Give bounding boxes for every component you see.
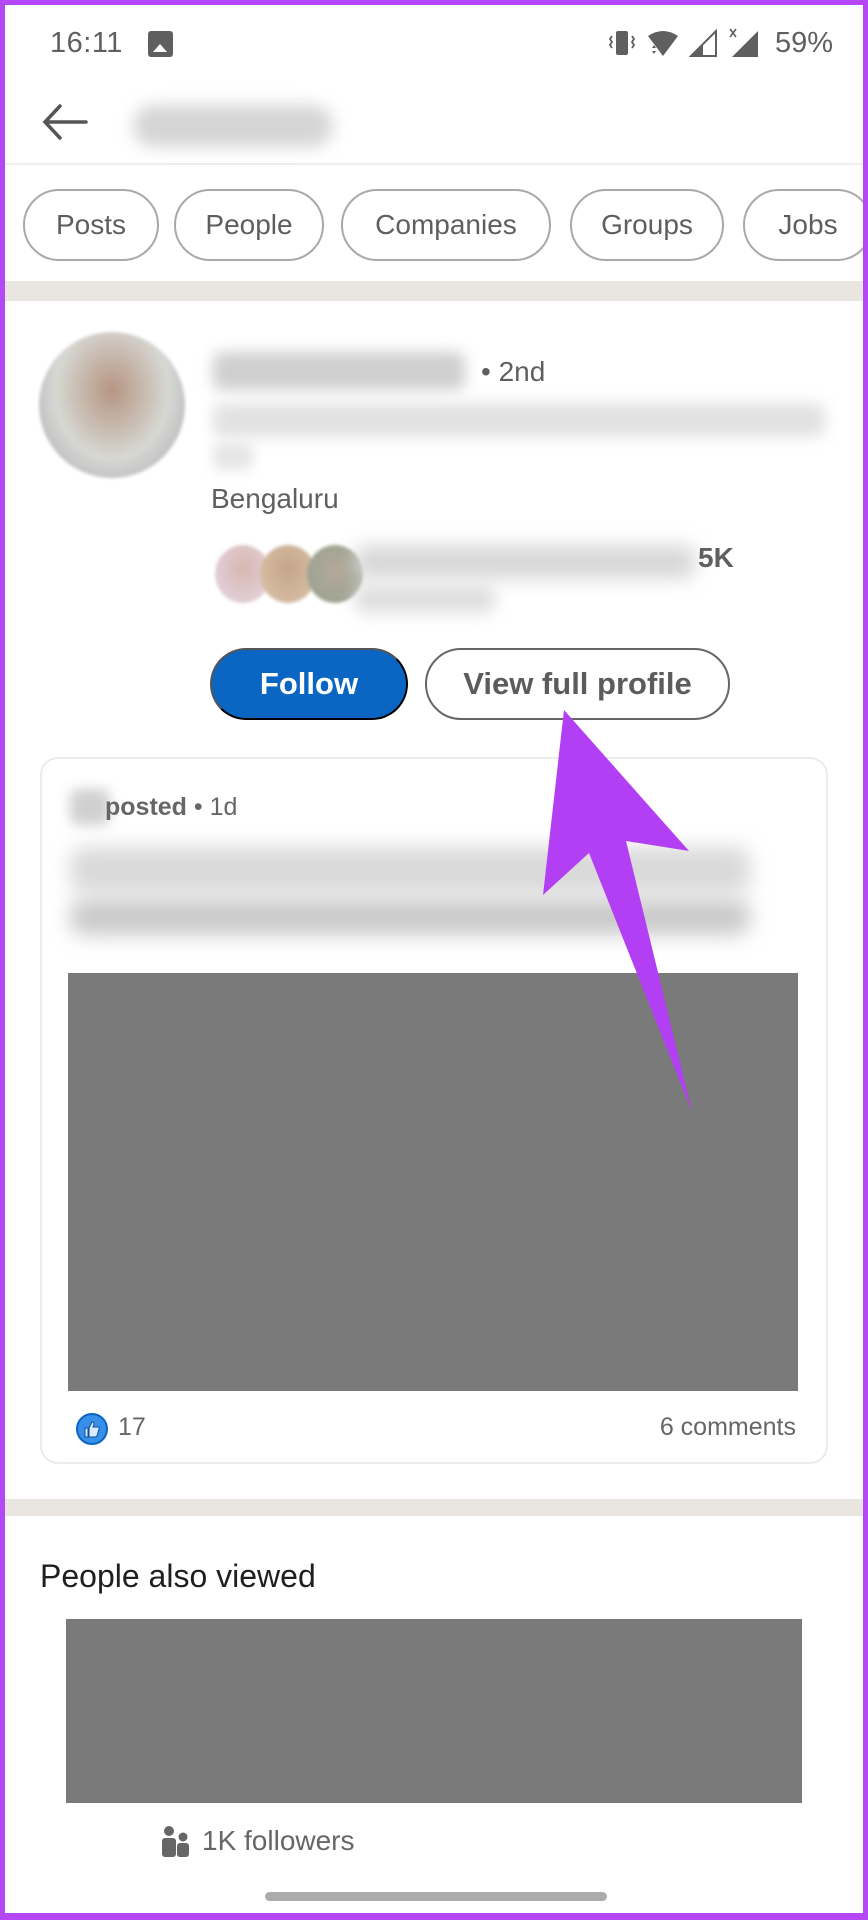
post-action: posted <box>105 793 187 821</box>
like-icon <box>76 1413 108 1445</box>
status-icons: 59% <box>607 25 833 61</box>
filter-chips: Posts People Companies Groups Jobs <box>5 167 863 279</box>
profile-location: Bengaluru <box>211 483 339 514</box>
post-time: • 1d <box>193 793 238 821</box>
people-icon <box>162 1826 189 1857</box>
app-header <box>5 83 863 165</box>
home-gesture-bar[interactable] <box>265 1892 607 1901</box>
mutual-connections-text <box>355 545 695 579</box>
wifi-icon <box>647 31 678 56</box>
vibrate-icon <box>608 31 636 55</box>
post-meta: posted • 1d <box>77 793 237 822</box>
post-card[interactable]: posted • 1d 17 6 comments <box>40 757 828 1464</box>
like-count[interactable]: 17 <box>118 1413 146 1442</box>
filter-chip-people[interactable]: People <box>174 189 324 261</box>
mutual-connections-text-cont <box>355 585 495 613</box>
followers-info: 1K followers <box>160 1823 355 1859</box>
comments-count[interactable]: 6 comments <box>660 1413 796 1442</box>
connection-degree: • 2nd <box>481 356 546 387</box>
post-text-cont <box>70 899 750 935</box>
post-text <box>70 847 750 893</box>
followers-count: 1K followers <box>202 1825 355 1856</box>
people-also-viewed-card-image[interactable] <box>66 1619 802 1803</box>
post-image[interactable] <box>68 973 798 1391</box>
post-footer: 17 6 comments <box>76 1411 796 1451</box>
follow-button[interactable]: Follow <box>210 648 408 720</box>
mutual-connections-avatars <box>215 545 365 605</box>
signal-no-data-icon <box>729 28 758 57</box>
battery-percent: 59% <box>774 26 833 59</box>
section-divider <box>5 281 863 301</box>
status-time: 16:11 <box>50 27 123 59</box>
back-button[interactable] <box>37 97 93 147</box>
screen: 16:11 59% Posts People Companies Groups … <box>5 5 863 1913</box>
profile-avatar[interactable] <box>39 332 185 478</box>
profile-headline-cont <box>213 442 253 470</box>
filter-chip-posts[interactable]: Posts <box>23 189 159 261</box>
mutual-count: 5K <box>698 542 734 573</box>
profile-name[interactable] <box>213 352 465 390</box>
arrow-left-icon <box>42 104 88 140</box>
view-full-profile-button[interactable]: View full profile <box>425 648 730 720</box>
people-also-viewed-title: People also viewed <box>40 1558 316 1594</box>
gallery-icon <box>148 31 173 57</box>
status-bar: 16:11 59% <box>5 5 863 83</box>
filter-chip-groups[interactable]: Groups <box>570 189 724 261</box>
profile-headline <box>213 403 825 437</box>
signal-icon <box>688 28 717 57</box>
filter-chip-jobs[interactable]: Jobs <box>743 189 863 261</box>
section-divider <box>5 1499 863 1516</box>
search-query-field[interactable] <box>133 105 333 147</box>
filter-chip-companies[interactable]: Companies <box>341 189 551 261</box>
